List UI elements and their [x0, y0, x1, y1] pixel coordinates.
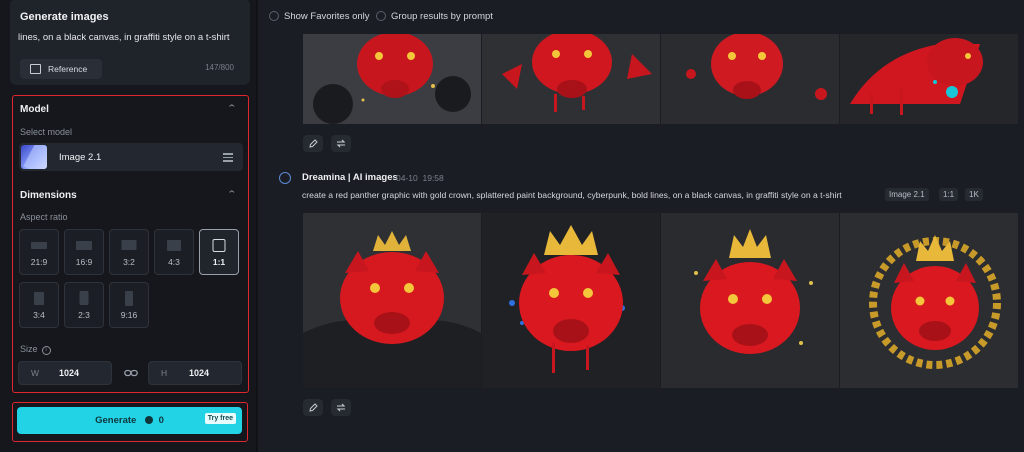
panther-image-2 — [482, 34, 660, 124]
info-icon[interactable]: i — [41, 346, 51, 355]
model-tag: Image 2.1 — [885, 188, 929, 201]
width-value[interactable]: 1024 — [59, 368, 79, 378]
height-value[interactable]: 1024 — [189, 368, 209, 378]
ratio-label: 16:9 — [75, 257, 93, 267]
show-favorites-label[interactable]: Show Favorites only — [284, 11, 370, 22]
aspect-ratio-1-1[interactable]: 1:1 — [199, 229, 239, 275]
generate-button[interactable]: Generate 0 Try free — [17, 407, 242, 434]
result-author: Dreamina | AI images — [302, 172, 398, 183]
select-model-label: Select model — [20, 127, 73, 137]
ratio-label: 9:16 — [120, 310, 138, 320]
ratio-shape-icon — [34, 292, 44, 305]
pencil-icon — [309, 403, 318, 412]
ratio-tag: 1:1 — [939, 188, 959, 201]
link-icon[interactable] — [124, 368, 138, 378]
aspect-ratio-16-9[interactable]: 16:9 — [64, 229, 104, 275]
ratio-label: 3:2 — [123, 257, 135, 267]
repeat-icon — [336, 139, 346, 148]
regenerate-button[interactable] — [331, 135, 351, 152]
crowned-panther-image-2 — [482, 213, 660, 388]
result-image[interactable] — [661, 34, 839, 124]
prompt-input[interactable]: lines, on a black canvas, in graffiti st… — [10, 32, 250, 85]
panther-image-3 — [661, 34, 839, 124]
ratio-label: 3:4 — [33, 310, 45, 320]
ratio-shape-icon — [167, 240, 181, 251]
model-name: Image 2.1 — [59, 152, 102, 163]
generate-area: Generate 0 Try free — [12, 402, 248, 442]
aspect-ratio-9-16[interactable]: 9:16 — [109, 282, 149, 328]
credit-count: 0 — [158, 415, 164, 426]
result-date: 04-10 19:58 — [396, 173, 444, 183]
result-image[interactable] — [303, 213, 481, 388]
width-input[interactable]: W 1024 — [18, 361, 112, 385]
result-image[interactable] — [840, 213, 1018, 388]
ratio-label: 1:1 — [212, 257, 226, 267]
aspect-ratio-2-3[interactable]: 2:3 — [64, 282, 104, 328]
edit-button[interactable] — [303, 135, 323, 152]
group-results-label[interactable]: Group results by prompt — [391, 11, 493, 22]
settings-sliders-icon[interactable] — [223, 151, 233, 162]
try-free-badge: Try free — [204, 413, 236, 424]
reference-button[interactable]: Reference — [20, 59, 102, 79]
result-image[interactable] — [661, 213, 839, 388]
chevron-up-icon[interactable]: ⌃ — [227, 189, 238, 200]
generate-label: Generate — [95, 415, 137, 426]
image-reference-icon — [30, 64, 41, 74]
size-label-text: Size — [20, 344, 38, 354]
chevron-up-icon[interactable]: ⌃ — [227, 103, 238, 114]
model-section-title: Model — [20, 104, 49, 115]
ratio-label: 2:3 — [78, 310, 90, 320]
aspect-ratio-3-2[interactable]: 3:2 — [109, 229, 149, 275]
group-results-checkbox[interactable] — [376, 11, 386, 21]
model-thumbnail — [21, 145, 47, 169]
show-favorites-checkbox[interactable] — [269, 11, 279, 21]
credit-icon — [144, 416, 153, 424]
aspect-ratio-3-4[interactable]: 3:4 — [19, 282, 59, 328]
panther-image-1 — [303, 34, 481, 124]
char-counter: 147/800 — [205, 63, 234, 72]
result-image[interactable] — [840, 34, 1018, 124]
crowned-panther-image-3 — [661, 213, 839, 388]
ratio-shape-icon — [79, 291, 89, 305]
result-image[interactable] — [482, 213, 660, 388]
panther-image-4 — [840, 34, 1018, 124]
results-area: Show Favorites only Group results by pro… — [258, 0, 1024, 452]
resolution-tag: 1K — [965, 188, 983, 201]
reference-label: Reference — [48, 64, 88, 74]
prompt-text[interactable]: lines, on a black canvas, in graffiti st… — [18, 32, 244, 50]
result-date-day: 04-10 — [396, 173, 418, 183]
result-image[interactable] — [482, 34, 660, 124]
height-input[interactable]: H 1024 — [148, 361, 242, 385]
ratio-shape-icon — [212, 239, 226, 252]
edit-button[interactable] — [303, 399, 323, 416]
panel-title: Generate images — [10, 0, 250, 32]
ratio-shape-icon — [31, 242, 47, 249]
ratio-shape-icon — [76, 241, 92, 250]
result-image[interactable] — [303, 34, 481, 124]
crowned-panther-image-4 — [840, 213, 1018, 388]
aspect-ratio-4-3[interactable]: 4:3 — [154, 229, 194, 275]
ratio-label: 4:3 — [168, 257, 180, 267]
crowned-panther-image-1 — [303, 213, 481, 388]
ratio-label: 21:9 — [30, 257, 48, 267]
repeat-icon — [336, 403, 346, 412]
ratio-shape-icon — [125, 291, 133, 306]
width-key: W — [31, 368, 40, 378]
result-time: 19:58 — [422, 173, 444, 183]
regenerate-button[interactable] — [331, 399, 351, 416]
generate-sidebar: Generate images lines, on a black canvas… — [0, 0, 256, 452]
aspect-ratio-21-9[interactable]: 21:9 — [19, 229, 59, 275]
author-avatar-icon — [279, 172, 291, 184]
result-prompt[interactable]: create a red panther graphic with gold c… — [302, 190, 842, 200]
height-key: H — [161, 368, 168, 378]
pencil-icon — [309, 139, 318, 148]
settings-panel: Model ⌃ Select model Image 2.1 Dimension… — [12, 95, 249, 393]
model-selector[interactable]: Image 2.1 — [19, 143, 243, 171]
size-label: Size i — [20, 344, 51, 355]
dimensions-section-title: Dimensions — [20, 190, 77, 201]
ratio-shape-icon — [121, 240, 137, 250]
aspect-ratio-label: Aspect ratio — [20, 212, 68, 222]
